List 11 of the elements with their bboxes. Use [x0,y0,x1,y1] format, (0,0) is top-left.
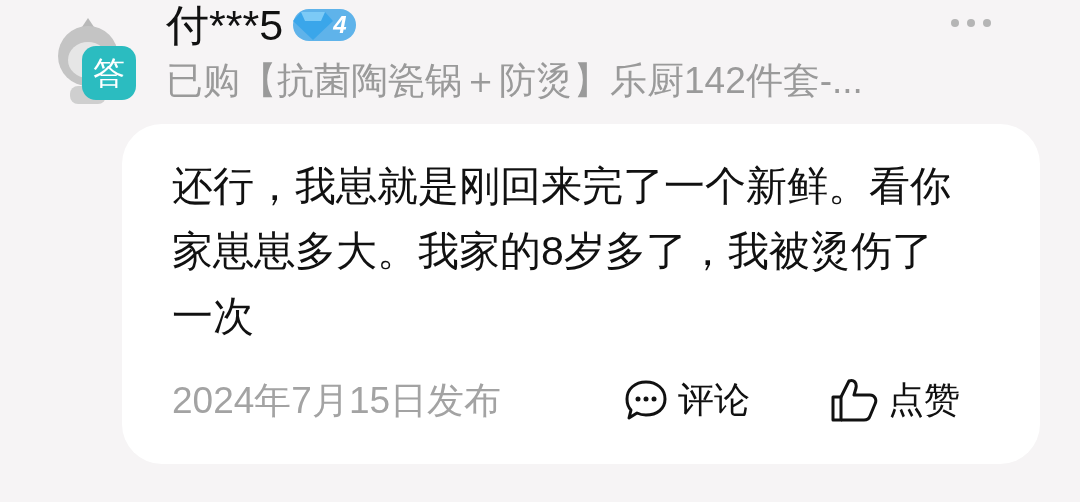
post-date: 2024年7月15日发布 [172,378,502,423]
more-icon[interactable] [950,18,992,28]
user-name: 付***5 [166,3,284,47]
comment-icon [624,379,668,422]
level-badge: 4 [293,9,357,41]
thumbs-up-icon [830,377,878,424]
answer-text: 还行，我崽就是刚回来完了一个新鲜。看你家崽崽多大。我家的8岁多了，我被烫伤了一次 [172,162,952,341]
comment-button[interactable]: 评论 [624,373,750,428]
purchase-info: 已购【抗菌陶瓷锅＋防烫】乐厨142件套-... [166,62,863,99]
like-button[interactable]: 点赞 [830,373,960,428]
answer-badge: 答 [82,46,136,100]
